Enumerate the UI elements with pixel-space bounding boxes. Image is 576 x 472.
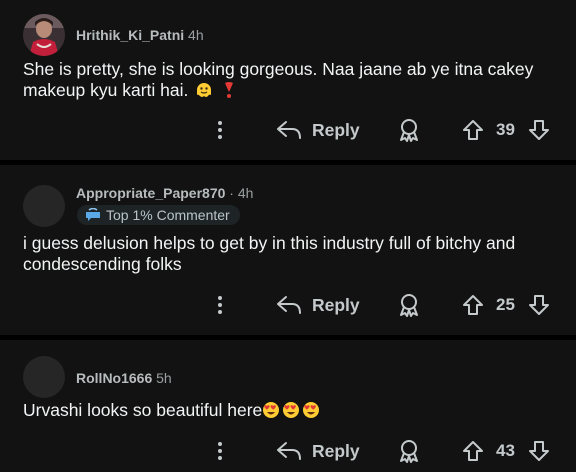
downvote-arrow-icon	[529, 295, 549, 315]
reply-arrow-icon	[277, 296, 301, 314]
comment-actions: Reply 25	[0, 288, 576, 322]
red-exclamation-emoji-icon	[225, 82, 234, 98]
avatar[interactable]	[23, 185, 65, 227]
vote-score: 43	[496, 441, 515, 460]
timestamp: 4h	[237, 185, 254, 201]
username[interactable]: RollNo1666	[76, 370, 152, 386]
heart-eyes-emoji-icon	[283, 402, 300, 418]
reply-arrow-icon	[277, 442, 301, 460]
more-vertical-icon	[218, 296, 222, 314]
username[interactable]: Appropriate_Paper870	[76, 185, 225, 201]
reply-arrow-icon	[277, 121, 301, 139]
more-options-button[interactable]	[210, 113, 230, 147]
more-vertical-icon	[218, 442, 222, 460]
timestamp: 5h	[156, 370, 172, 386]
reply-button[interactable]: Reply	[276, 113, 360, 147]
avatar[interactable]	[23, 356, 65, 398]
comment-author[interactable]: RollNo1666 5h	[76, 370, 172, 386]
upvote-arrow-icon	[463, 295, 483, 315]
badge-label: Top 1% Commenter	[106, 207, 230, 223]
upvote-button[interactable]	[462, 434, 484, 468]
more-options-button[interactable]	[210, 434, 230, 468]
award-button[interactable]	[396, 434, 422, 468]
reply-label: Reply	[312, 294, 360, 315]
more-options-button[interactable]	[210, 288, 230, 322]
avatar[interactable]	[23, 14, 65, 56]
award-icon	[400, 119, 418, 142]
reply-label: Reply	[312, 440, 360, 461]
username[interactable]: Hrithik_Ki_Patni	[76, 27, 184, 43]
downvote-arrow-icon	[529, 441, 549, 461]
comment: RollNo1666 5h Urvashi looks so beautiful…	[0, 340, 576, 472]
comment-body: i guess delusion helps to get by in this…	[23, 233, 553, 275]
downvote-button[interactable]	[528, 113, 550, 147]
upvote-button[interactable]	[462, 113, 484, 147]
upvote-arrow-icon	[463, 120, 483, 140]
comment: Appropriate_Paper870 · 4h Top 1% Comment…	[0, 165, 576, 335]
upvote-arrow-icon	[463, 441, 483, 461]
comment-author[interactable]: Hrithik_Ki_Patni 4h	[76, 27, 204, 43]
melting-face-emoji-icon	[197, 83, 212, 97]
heart-eyes-emoji-icon	[263, 402, 280, 418]
award-icon	[400, 294, 418, 317]
downvote-arrow-icon	[529, 120, 549, 140]
vote-score: 39	[496, 120, 515, 139]
reply-button[interactable]: Reply	[276, 434, 360, 468]
comment-text: She is pretty, she is looking gorgeous. …	[23, 59, 534, 100]
comment-author[interactable]: Appropriate_Paper870 · 4h	[76, 185, 253, 201]
downvote-button[interactable]	[528, 288, 550, 322]
reply-button[interactable]: Reply	[276, 288, 360, 322]
award-button[interactable]	[396, 113, 422, 147]
comment-text: Urvashi looks so beautiful here	[23, 400, 263, 420]
heart-eyes-emoji-icon	[303, 402, 320, 418]
timestamp: 4h	[188, 27, 204, 43]
comment: Hrithik_Ki_Patni 4h She is pretty, she i…	[0, 0, 576, 160]
comment-body: Urvashi looks so beautiful here	[23, 400, 553, 421]
avatar-photo	[23, 14, 65, 56]
top-commenter-icon	[86, 208, 100, 221]
comment-actions: Reply 39	[0, 113, 576, 147]
more-vertical-icon	[218, 121, 222, 139]
downvote-button[interactable]	[528, 434, 550, 468]
award-button[interactable]	[396, 288, 422, 322]
vote-score: 25	[496, 295, 515, 314]
top-commenter-badge[interactable]: Top 1% Commenter	[77, 205, 240, 225]
comment-actions: Reply 43	[0, 434, 576, 468]
comment-text: i guess delusion helps to get by in this…	[23, 233, 516, 274]
reply-label: Reply	[312, 119, 360, 140]
separator-dot: ·	[229, 185, 234, 201]
upvote-button[interactable]	[462, 288, 484, 322]
award-icon	[400, 440, 418, 463]
comment-body: She is pretty, she is looking gorgeous. …	[23, 59, 553, 101]
comment-thread: Hrithik_Ki_Patni 4h She is pretty, she i…	[0, 0, 576, 472]
